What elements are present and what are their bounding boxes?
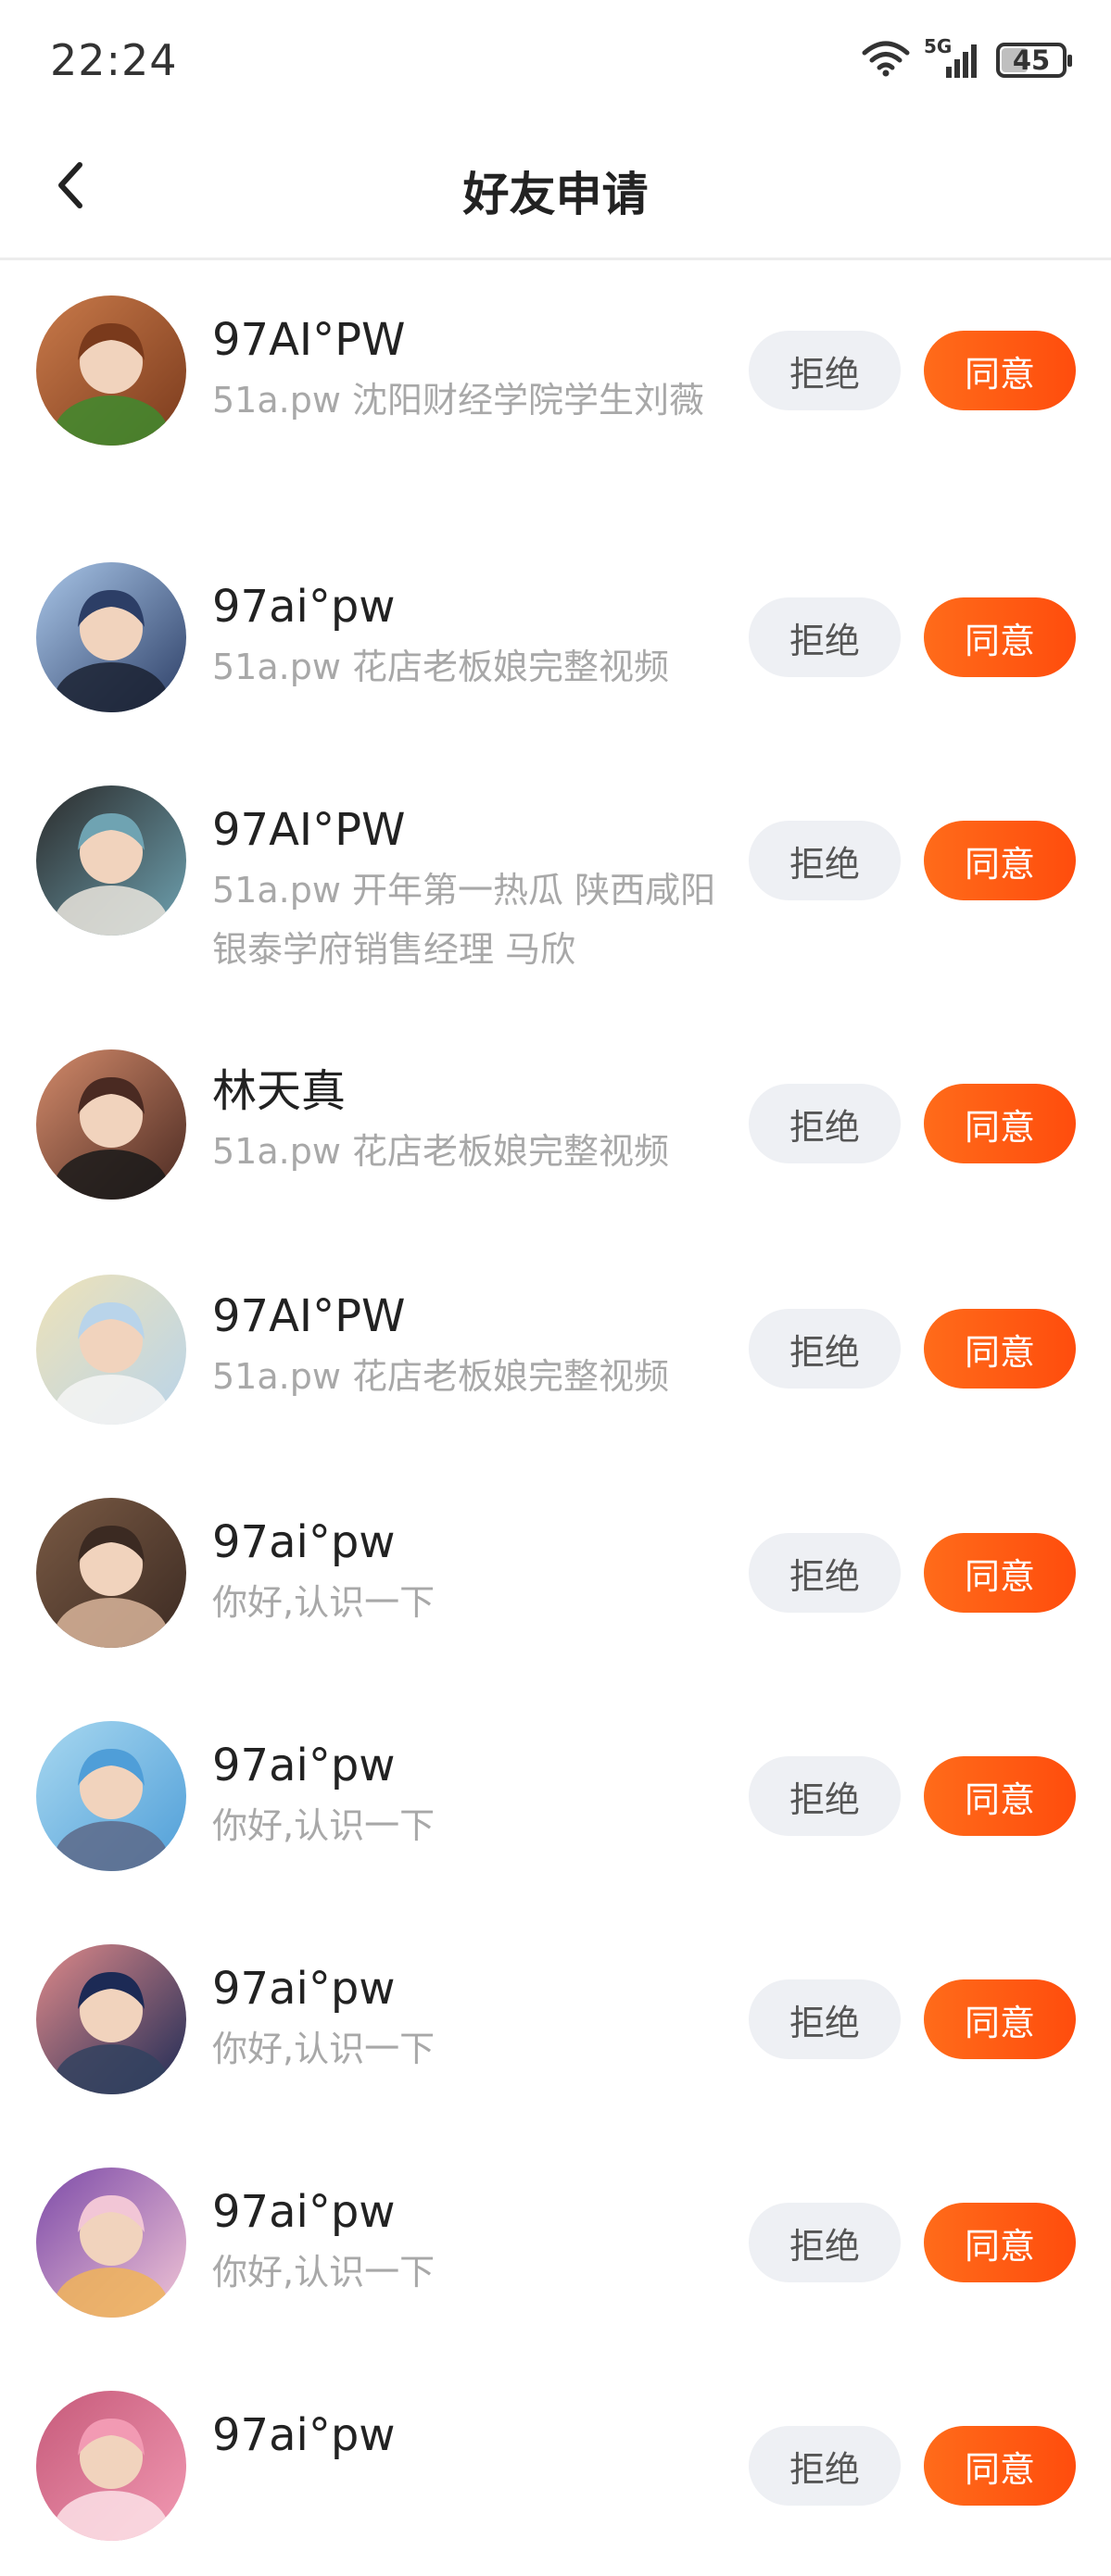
request-info: 97ai°pw 你好,认识一下 [212,1515,717,1632]
request-row: 97ai°pw 你好,认识一下 拒绝 同意 [0,1906,1111,2130]
request-message: 你好,认识一下 [212,1805,436,1846]
avatar[interactable] [36,562,186,712]
status-time: 22:24 [50,35,178,85]
request-message: 你好,认识一下 [212,2029,436,2069]
request-message: 51a.pw 沈阳财经学院学生刘薇 [212,380,704,421]
request-row: 97ai°pw 51a.pw 花店老板娘完整视频 拒绝 同意 [0,524,1111,748]
avatar[interactable] [36,1049,186,1200]
request-row: 97ai°pw 拒绝 同意 [0,2353,1111,2576]
avatar[interactable] [36,2168,186,2318]
accept-button[interactable]: 同意 [924,1084,1076,1163]
avatar[interactable] [36,1721,186,1871]
reject-button[interactable]: 拒绝 [749,331,901,410]
reject-button[interactable]: 拒绝 [749,2203,901,2282]
request-row: 97AI°PW 51a.pw 开年第一热瓜 陕西咸阳银泰学府销售经理 马欣 拒绝 同意 [0,748,1111,1014]
requester-name: 97ai°pw [212,2186,396,2238]
request-message: 你好,认识一下 [212,2252,436,2293]
accept-button[interactable]: 同意 [924,1533,1076,1613]
requester-name: 97ai°pw [212,1740,396,1791]
avatar[interactable] [36,785,186,936]
request-row: 97AI°PW 51a.pw 沈阳财经学院学生刘薇 拒绝 同意 [0,260,1111,524]
request-info: 林天真 51a.pw 花店老板娘完整视频 [212,1064,717,1181]
page-title: 好友申请 [462,168,649,221]
request-row: 林天真 51a.pw 花店老板娘完整视频 拒绝 同意 [0,1014,1111,1237]
requester-name: 97ai°pw [212,1516,396,1568]
requester-name: 97ai°pw [212,581,396,633]
request-info: 97ai°pw 你好,认识一下 [212,1739,717,1855]
requester-name: 97ai°pw [212,1963,396,2015]
request-row: 97ai°pw 你好,认识一下 拒绝 同意 [0,1460,1111,1683]
accept-button[interactable]: 同意 [924,1979,1076,2059]
request-row: 97AI°PW 51a.pw 花店老板娘完整视频 拒绝 同意 [0,1237,1111,1460]
battery-icon: 45 [996,43,1072,78]
reject-button[interactable]: 拒绝 [749,1533,901,1613]
avatar[interactable] [36,1275,186,1425]
avatar[interactable] [36,1944,186,2094]
reject-button[interactable]: 拒绝 [749,1979,901,2059]
requester-name: 97ai°pw [212,2409,396,2461]
status-icons: 5G 45 [861,35,1072,82]
request-row: 97ai°pw 你好,认识一下 拒绝 同意 [0,2130,1111,2353]
request-message: 51a.pw 花店老板娘完整视频 [212,1356,669,1397]
friend-request-list: 97AI°PW 51a.pw 沈阳财经学院学生刘薇 拒绝 同意 97ai°pw 51a.… [0,260,1111,2576]
status-bar: 22:24 5G 45 [0,0,1111,120]
request-message: 51a.pw 花店老板娘完整视频 [212,1131,669,1172]
request-message: 51a.pw 花店老板娘完整视频 [212,647,669,687]
avatar[interactable] [36,1498,186,1648]
accept-button[interactable]: 同意 [924,821,1076,900]
requester-name: 97AI°PW [212,1290,406,1342]
cellular-signal-icon: 5G [924,35,983,82]
reject-button[interactable]: 拒绝 [749,1084,901,1163]
reject-button[interactable]: 拒绝 [749,2426,901,2506]
requester-name: 林天真 [212,1065,347,1117]
request-info: 97AI°PW 51a.pw 开年第一热瓜 陕西咸阳银泰学府销售经理 马欣 [212,803,717,979]
reject-button[interactable]: 拒绝 [749,597,901,677]
avatar[interactable] [36,295,186,446]
request-info: 97ai°pw 你好,认识一下 [212,1962,717,2079]
wifi-icon [861,40,911,81]
accept-button[interactable]: 同意 [924,2426,1076,2506]
accept-button[interactable]: 同意 [924,2203,1076,2282]
accept-button[interactable]: 同意 [924,597,1076,677]
nav-bar: 好友申请 [0,120,1111,260]
request-info: 97AI°PW 51a.pw 花店老板娘完整视频 [212,1289,717,1406]
requester-name: 97AI°PW [212,314,406,366]
request-info: 97ai°pw [212,2408,717,2466]
request-message: 你好,认识一下 [212,1582,436,1623]
requester-name: 97AI°PW [212,804,406,856]
accept-button[interactable]: 同意 [924,1756,1076,1836]
reject-button[interactable]: 拒绝 [749,1309,901,1389]
accept-button[interactable]: 同意 [924,331,1076,410]
request-info: 97AI°PW 51a.pw 沈阳财经学院学生刘薇 [212,313,717,430]
request-row: 97ai°pw 你好,认识一下 拒绝 同意 [0,1683,1111,1906]
request-info: 97ai°pw 你好,认识一下 [212,2185,717,2302]
avatar[interactable] [36,2391,186,2541]
request-info: 97ai°pw 51a.pw 花店老板娘完整视频 [212,580,717,697]
battery-level-text: 45 [1012,44,1051,76]
reject-button[interactable]: 拒绝 [749,821,901,900]
request-message: 51a.pw 开年第一热瓜 陕西咸阳银泰学府销售经理 马欣 [212,870,716,970]
accept-button[interactable]: 同意 [924,1309,1076,1389]
reject-button[interactable]: 拒绝 [749,1756,901,1836]
